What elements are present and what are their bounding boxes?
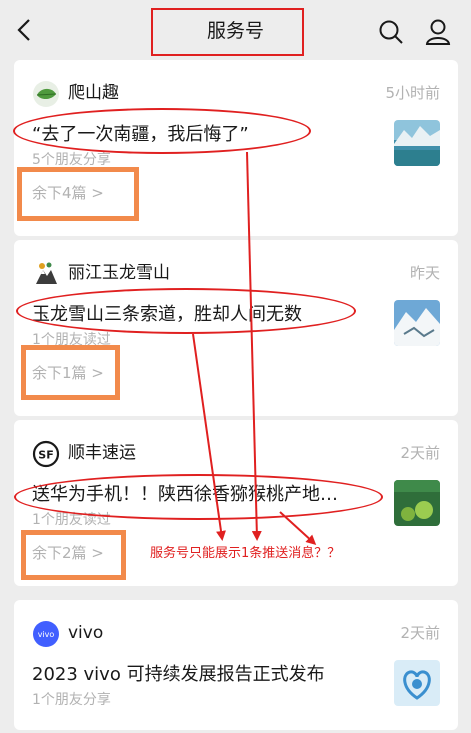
annotation-note: 服务号只能展示1条推送消息？？ [150,546,341,561]
annotation-arrows [192,151,317,546]
